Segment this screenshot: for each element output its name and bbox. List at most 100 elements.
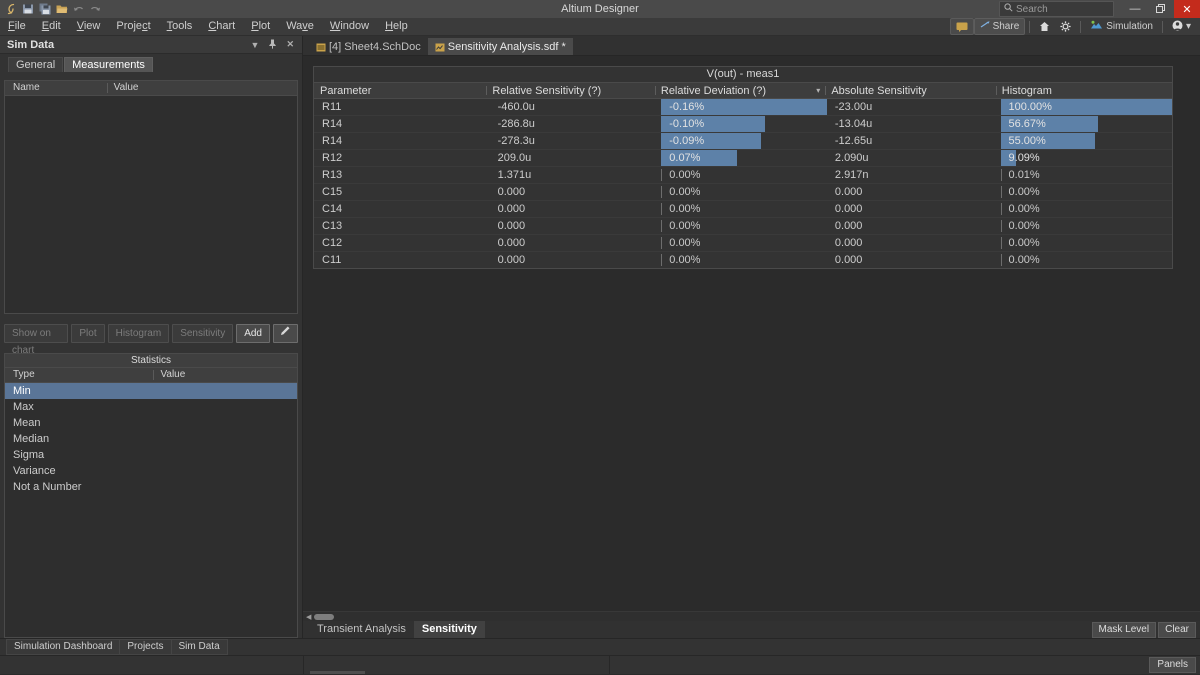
title-bar: Altium Designer Search — ✕	[0, 0, 1200, 18]
histogram-button[interactable]: Histogram	[107, 324, 170, 343]
table-row[interactable]: C15 0.000 0.00% 0.000 0.00%	[314, 184, 1172, 201]
sim-data-file-icon	[435, 43, 445, 51]
document-tab-sheet4[interactable]: [4] Sheet4.SchDoc	[309, 38, 428, 55]
menu-file[interactable]: File	[0, 18, 34, 35]
statistics-row-sigma[interactable]: Sigma	[5, 447, 297, 463]
restore-button[interactable]	[1148, 0, 1174, 18]
scrollbar-thumb[interactable]	[314, 613, 335, 620]
statistics-row-median[interactable]: Median	[5, 431, 297, 447]
minimize-button[interactable]: —	[1122, 0, 1148, 18]
save-all-icon[interactable]	[38, 3, 51, 16]
sort-caret-icon[interactable]: ▾	[816, 86, 820, 95]
cell-absolute-sensitivity: 0.000	[834, 237, 863, 249]
column-parameter[interactable]: Parameter	[314, 83, 486, 98]
home-icon[interactable]	[1034, 19, 1055, 34]
column-relative-sensitivity[interactable]: Relative Sensitivity (?)	[486, 83, 655, 98]
edit-pencil-icon[interactable]	[273, 324, 298, 343]
measurements-grid: Name Value	[4, 80, 298, 314]
table-row[interactable]: R13 1.371u 0.00% 2.917n 0.01%	[314, 167, 1172, 184]
column-relative-deviation[interactable]: Relative Deviation (?) ▾	[654, 83, 825, 98]
altium-logo-icon[interactable]	[4, 3, 17, 16]
table-row[interactable]: C13 0.000 0.00% 0.000 0.00%	[314, 218, 1172, 235]
panel-tab-simulation-dashboard[interactable]: Simulation Dashboard	[6, 639, 121, 655]
quick-access-toolbar	[0, 3, 102, 16]
table-row[interactable]: R14 -286.8u -0.10% -13.04u 56.67%	[314, 116, 1172, 133]
share-label: Share	[992, 21, 1020, 32]
menu-wave[interactable]: Wave	[278, 18, 322, 35]
menu-edit[interactable]: Edit	[34, 18, 69, 35]
cell-histogram-bar: 0.00%	[1000, 184, 1172, 200]
tab-general[interactable]: General	[8, 57, 64, 72]
horizontal-scrollbar[interactable]: ◀	[303, 611, 1200, 621]
statistics-row-min[interactable]: Min	[5, 383, 297, 399]
table-row[interactable]: C11 0.000 0.00% 0.000 0.00%	[314, 252, 1172, 268]
redo-icon[interactable]	[89, 3, 102, 16]
tab-measurements[interactable]: Measurements	[64, 57, 153, 72]
col-type[interactable]: Type	[5, 370, 153, 380]
close-button[interactable]: ✕	[1174, 0, 1200, 18]
menu-view[interactable]: View	[69, 18, 109, 35]
add-button[interactable]: Add	[236, 324, 270, 343]
plot-button[interactable]: Plot	[71, 324, 105, 343]
statistics-row-mean[interactable]: Mean	[5, 415, 297, 431]
cell-relative-deviation-bar: 0.00%	[661, 235, 827, 251]
menu-window[interactable]: Window	[322, 18, 377, 35]
table-row[interactable]: C12 0.000 0.00% 0.000 0.00%	[314, 235, 1172, 252]
sensitivity-button[interactable]: Sensitivity	[172, 324, 234, 343]
menu-project[interactable]: Project	[108, 18, 158, 35]
panel-tab-sim-data[interactable]: Sim Data	[170, 639, 228, 655]
close-icon[interactable]: ✕	[286, 39, 294, 50]
table-row[interactable]: R14 -278.3u -0.09% -12.65u 55.00%	[314, 133, 1172, 150]
user-account-button[interactable]: ▾	[1167, 19, 1196, 34]
cell-relative-sensitivity: -278.3u	[497, 135, 535, 147]
sim-data-tabs: General Measurements	[0, 56, 302, 72]
dropdown-caret-icon[interactable]: ▼	[251, 40, 260, 50]
cell-histogram-bar: 0.00%	[1000, 252, 1172, 268]
cell-relative-deviation-bar: 0.07%	[661, 150, 827, 166]
panel-tab-projects[interactable]: Projects	[119, 639, 172, 655]
menu-tools[interactable]: Tools	[159, 18, 201, 35]
col-name[interactable]: Name	[5, 83, 107, 93]
share-button[interactable]: Share	[973, 18, 1026, 35]
column-histogram[interactable]: Histogram	[995, 83, 1172, 98]
simulation-button[interactable]: Simulation	[1085, 19, 1158, 34]
statistics-row-variance[interactable]: Variance	[5, 463, 297, 479]
undo-icon[interactable]	[72, 3, 85, 16]
col-value[interactable]: Value	[106, 83, 297, 93]
message-icon[interactable]	[949, 18, 974, 35]
measurements-grid-body[interactable]	[5, 96, 297, 313]
scroll-left-arrow-icon[interactable]: ◀	[306, 613, 311, 621]
table-row[interactable]: C14 0.000 0.00% 0.000 0.00%	[314, 201, 1172, 218]
cell-histogram-bar: 56.67%	[1000, 116, 1172, 132]
menu-help[interactable]: Help	[377, 18, 416, 35]
analysis-tab-transient[interactable]: Transient Analysis	[309, 621, 414, 638]
panels-button[interactable]: Panels	[1149, 657, 1196, 673]
col-stat-value[interactable]: Value	[153, 370, 297, 380]
stat-type-label: Max	[13, 401, 34, 413]
relative-deviation-label: -0.10%	[669, 118, 705, 130]
cell-histogram-bar: 55.00%	[1000, 133, 1172, 149]
main-area: Sim Data ▼ ✕ General Measurements Name V…	[0, 36, 1200, 638]
open-folder-icon[interactable]	[55, 3, 68, 16]
mask-level-button[interactable]: Mask Level	[1091, 621, 1157, 638]
statistics-row-not-a-number[interactable]: Not a Number	[5, 479, 297, 495]
pin-icon[interactable]	[268, 39, 277, 51]
menu-bar: File Edit View Project Tools Chart Plot …	[0, 18, 1200, 36]
column-absolute-sensitivity[interactable]: Absolute Sensitivity	[825, 83, 995, 98]
table-row[interactable]: R11 -460.0u -0.16% -23.00u 100.00%	[314, 99, 1172, 116]
search-input[interactable]: Search	[999, 1, 1114, 17]
document-tab-sensitivity-analysis[interactable]: Sensitivity Analysis.sdf *	[427, 38, 573, 55]
analysis-tab-sensitivity[interactable]: Sensitivity	[413, 621, 485, 638]
cell-absolute-sensitivity: 0.000	[834, 220, 863, 232]
save-icon[interactable]	[21, 3, 34, 16]
cell-relative-sensitivity: 0.000	[497, 203, 526, 215]
statistics-row-max[interactable]: Max	[5, 399, 297, 415]
table-row[interactable]: R12 209.0u 0.07% 2.090u 9.09%	[314, 150, 1172, 167]
gear-icon[interactable]	[1055, 19, 1076, 34]
clear-button[interactable]: Clear	[1158, 621, 1196, 638]
status-segment-left	[0, 656, 304, 674]
menu-plot[interactable]: Plot	[243, 18, 278, 35]
measurements-grid-header: Name Value	[5, 81, 297, 96]
show-on-chart-button[interactable]: Show on chart	[4, 324, 69, 356]
menu-chart[interactable]: Chart	[200, 18, 243, 35]
